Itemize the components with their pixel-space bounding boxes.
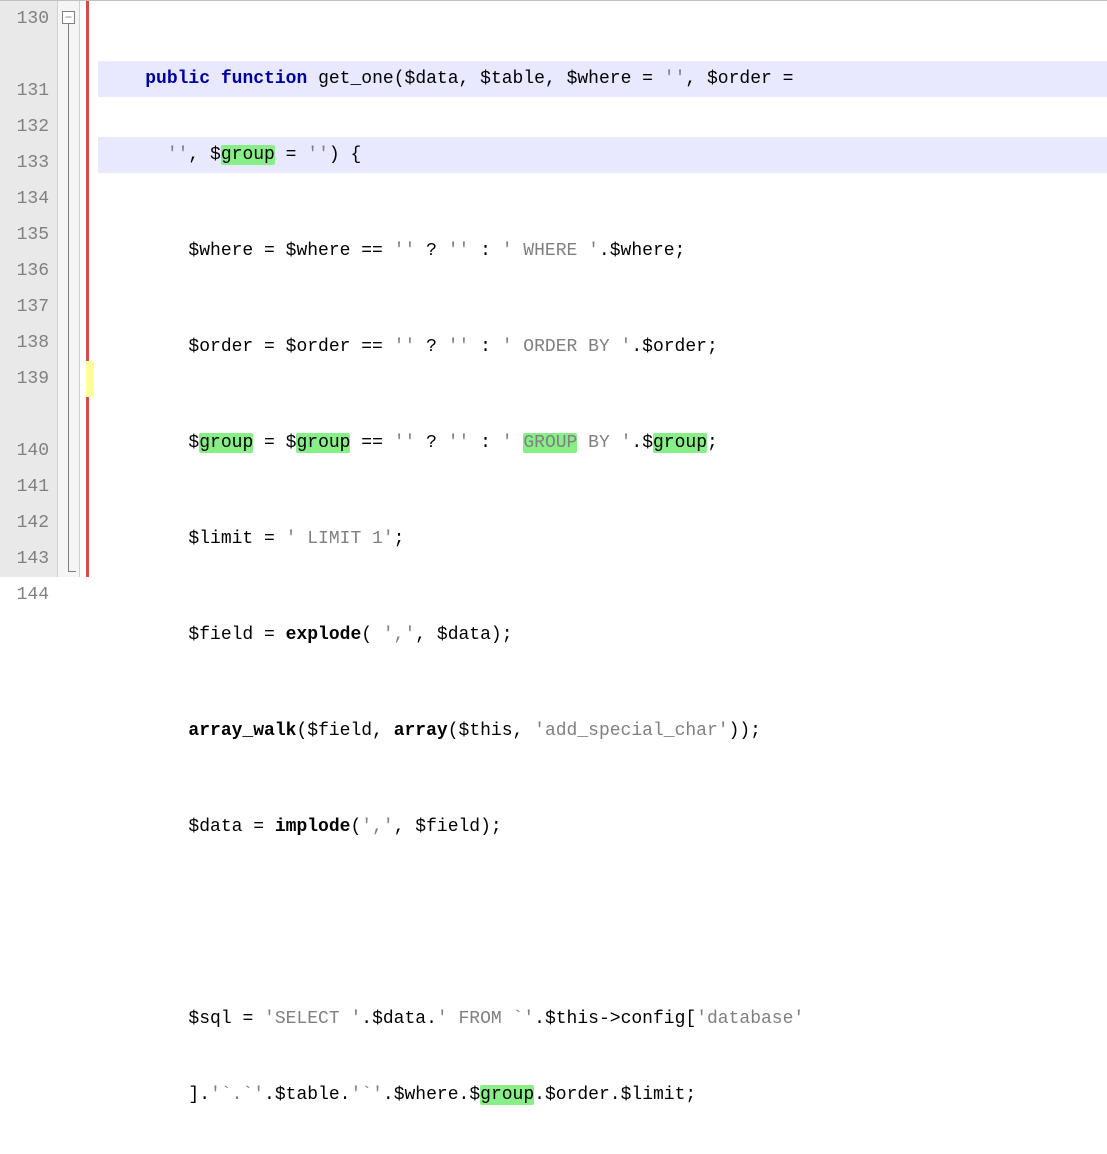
line-number: 138 xyxy=(4,325,49,361)
string: '' xyxy=(307,145,329,165)
fold-column: − xyxy=(58,1,80,577)
variable: $limit xyxy=(188,529,253,549)
fold-guide xyxy=(68,24,69,571)
string: ' WHERE ' xyxy=(502,241,599,261)
change-marker xyxy=(86,1,89,577)
keyword-public: public xyxy=(145,69,210,89)
line-number: 136 xyxy=(4,253,49,289)
function-call: explode xyxy=(286,625,362,645)
paren: ( xyxy=(394,69,405,89)
variable: $group xyxy=(210,145,275,165)
variable: $where xyxy=(188,241,253,261)
line-number: 131 xyxy=(4,73,49,109)
code-line[interactable]: $where = $where == '' ? '' : ' WHERE '.$… xyxy=(98,233,1107,269)
code-area[interactable]: public function get_one($data, $table, $… xyxy=(98,1,1107,577)
code-line[interactable]: $order = $order == '' ? '' : ' ORDER BY … xyxy=(98,329,1107,365)
line-number-gutter: 130 131 132 133 134 135 136 137 138 139 … xyxy=(0,1,58,577)
string: ' FROM `' xyxy=(437,1009,534,1029)
function-call: implode xyxy=(275,817,351,837)
code-editor: 130 131 132 133 134 135 136 137 138 139 … xyxy=(0,0,1107,577)
code-line-wrap[interactable]: '', $group = '') { xyxy=(98,137,1107,173)
variable: $table xyxy=(480,69,545,89)
line-number: 134 xyxy=(4,181,49,217)
line-number: 130 xyxy=(4,1,49,73)
fold-toggle-icon[interactable]: − xyxy=(62,11,75,24)
string: ',' xyxy=(383,625,415,645)
search-highlight: group xyxy=(199,433,253,453)
string: '' xyxy=(664,69,686,89)
variable: $where xyxy=(567,69,632,89)
line-number: 132 xyxy=(4,109,49,145)
variable: $order xyxy=(707,69,772,89)
variable: $sql xyxy=(188,1009,231,1029)
line-number: 137 xyxy=(4,289,49,325)
variable: $field xyxy=(188,625,253,645)
line-number: 143 xyxy=(4,541,49,577)
string: ' LIMIT 1' xyxy=(286,529,394,549)
line-number: 142 xyxy=(4,505,49,541)
change-marker-column xyxy=(80,1,98,577)
code-line[interactable]: $data = implode(',', $field); xyxy=(98,809,1107,845)
search-highlight: GROUP xyxy=(523,433,577,453)
string: '' xyxy=(167,145,189,165)
code-line[interactable] xyxy=(98,905,1107,941)
code-line[interactable]: public function get_one($data, $table, $… xyxy=(98,61,1107,97)
function-name: get_one xyxy=(318,69,394,89)
function-call: array_walk xyxy=(188,721,296,741)
code-line-wrap[interactable]: ].'`.`'.$table.'`'.$where.$group.$order.… xyxy=(98,1077,1107,1113)
line-number: 144 xyxy=(4,577,49,613)
variable: $data xyxy=(405,69,459,89)
string: ',' xyxy=(361,817,393,837)
variable: $order xyxy=(188,337,253,357)
keyword-function: function xyxy=(221,69,307,89)
line-number: 133 xyxy=(4,145,49,181)
string: '`' xyxy=(350,1085,382,1105)
line-number: 135 xyxy=(4,217,49,253)
change-marker-yellow xyxy=(86,361,94,397)
code-line[interactable]: array_walk($field, array($this, 'add_spe… xyxy=(98,713,1107,749)
code-line[interactable]: $limit = ' LIMIT 1'; xyxy=(98,521,1107,557)
code-line[interactable]: $field = explode( ',', $data); xyxy=(98,617,1107,653)
fold-end xyxy=(68,571,76,572)
line-number: 139 xyxy=(4,361,49,433)
code-line[interactable]: $group = $group == '' ? '' : ' GROUP BY … xyxy=(98,425,1107,461)
string: ' ORDER BY ' xyxy=(502,337,632,357)
line-number: 140 xyxy=(4,433,49,469)
string: 'database' xyxy=(696,1009,804,1029)
search-highlight: group xyxy=(653,433,707,453)
function-call: array xyxy=(394,721,448,741)
search-highlight: group xyxy=(221,145,275,165)
search-highlight: group xyxy=(296,433,350,453)
code-line[interactable]: $sql = 'SELECT '.$data.' FROM `'.$this->… xyxy=(98,1001,1107,1037)
string: 'add_special_char' xyxy=(534,721,728,741)
line-number: 141 xyxy=(4,469,49,505)
variable: $data xyxy=(188,817,242,837)
string: 'SELECT ' xyxy=(264,1009,361,1029)
string: '`.`' xyxy=(210,1085,264,1105)
search-highlight: group xyxy=(480,1085,534,1105)
